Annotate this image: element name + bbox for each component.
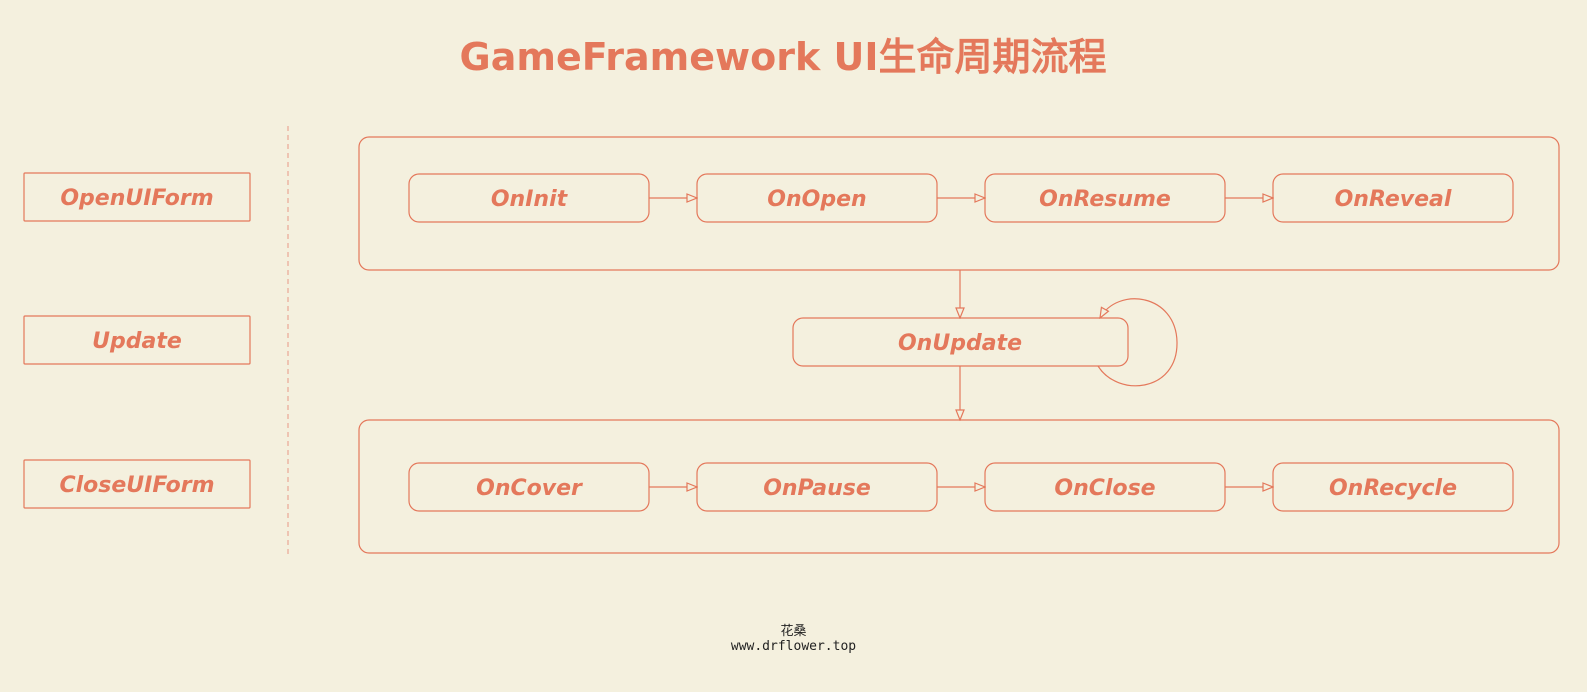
node-onupdate-label: OnUpdate: [898, 331, 1022, 356]
left-label-update: Update: [23, 315, 251, 365]
left-label-closeuiform-text: CloseUIForm: [59, 473, 214, 498]
left-label-update-text: Update: [92, 329, 182, 354]
node-onopen-label: OnOpen: [767, 187, 866, 212]
node-onrecycle-label: OnRecycle: [1329, 476, 1457, 501]
node-oncover: OnCover: [408, 462, 650, 512]
node-oninit-label: OnInit: [491, 187, 569, 212]
left-label-openuiform: OpenUIForm: [23, 172, 251, 222]
node-onupdate: OnUpdate: [792, 317, 1129, 367]
node-onrecycle: OnRecycle: [1272, 462, 1514, 512]
node-onpause: OnPause: [696, 462, 938, 512]
node-onopen: OnOpen: [696, 173, 938, 223]
footer-url[interactable]: www.drflower.top: [0, 639, 1587, 654]
diagram-title: GameFramework UI生命周期流程: [460, 35, 1107, 79]
node-oncover-label: OnCover: [476, 476, 583, 501]
node-onresume-label: OnResume: [1039, 187, 1171, 212]
node-onclose-label: OnClose: [1054, 476, 1155, 501]
arrow-onupdate-self-loop: [1097, 298, 1178, 387]
node-onreveal-label: OnReveal: [1335, 187, 1452, 212]
node-onreveal: OnReveal: [1272, 173, 1514, 223]
left-label-closeuiform: CloseUIForm: [23, 459, 251, 509]
node-oninit: OnInit: [408, 173, 650, 223]
node-onresume: OnResume: [984, 173, 1226, 223]
left-label-openuiform-text: OpenUIForm: [60, 186, 213, 211]
lifecycle-diagram: GameFramework UI生命周期流程 OpenUIForm Update…: [23, 35, 1560, 558]
node-onpause-label: OnPause: [763, 476, 871, 501]
footer-author: 花桑: [780, 624, 807, 639]
node-onclose: OnClose: [984, 462, 1226, 512]
